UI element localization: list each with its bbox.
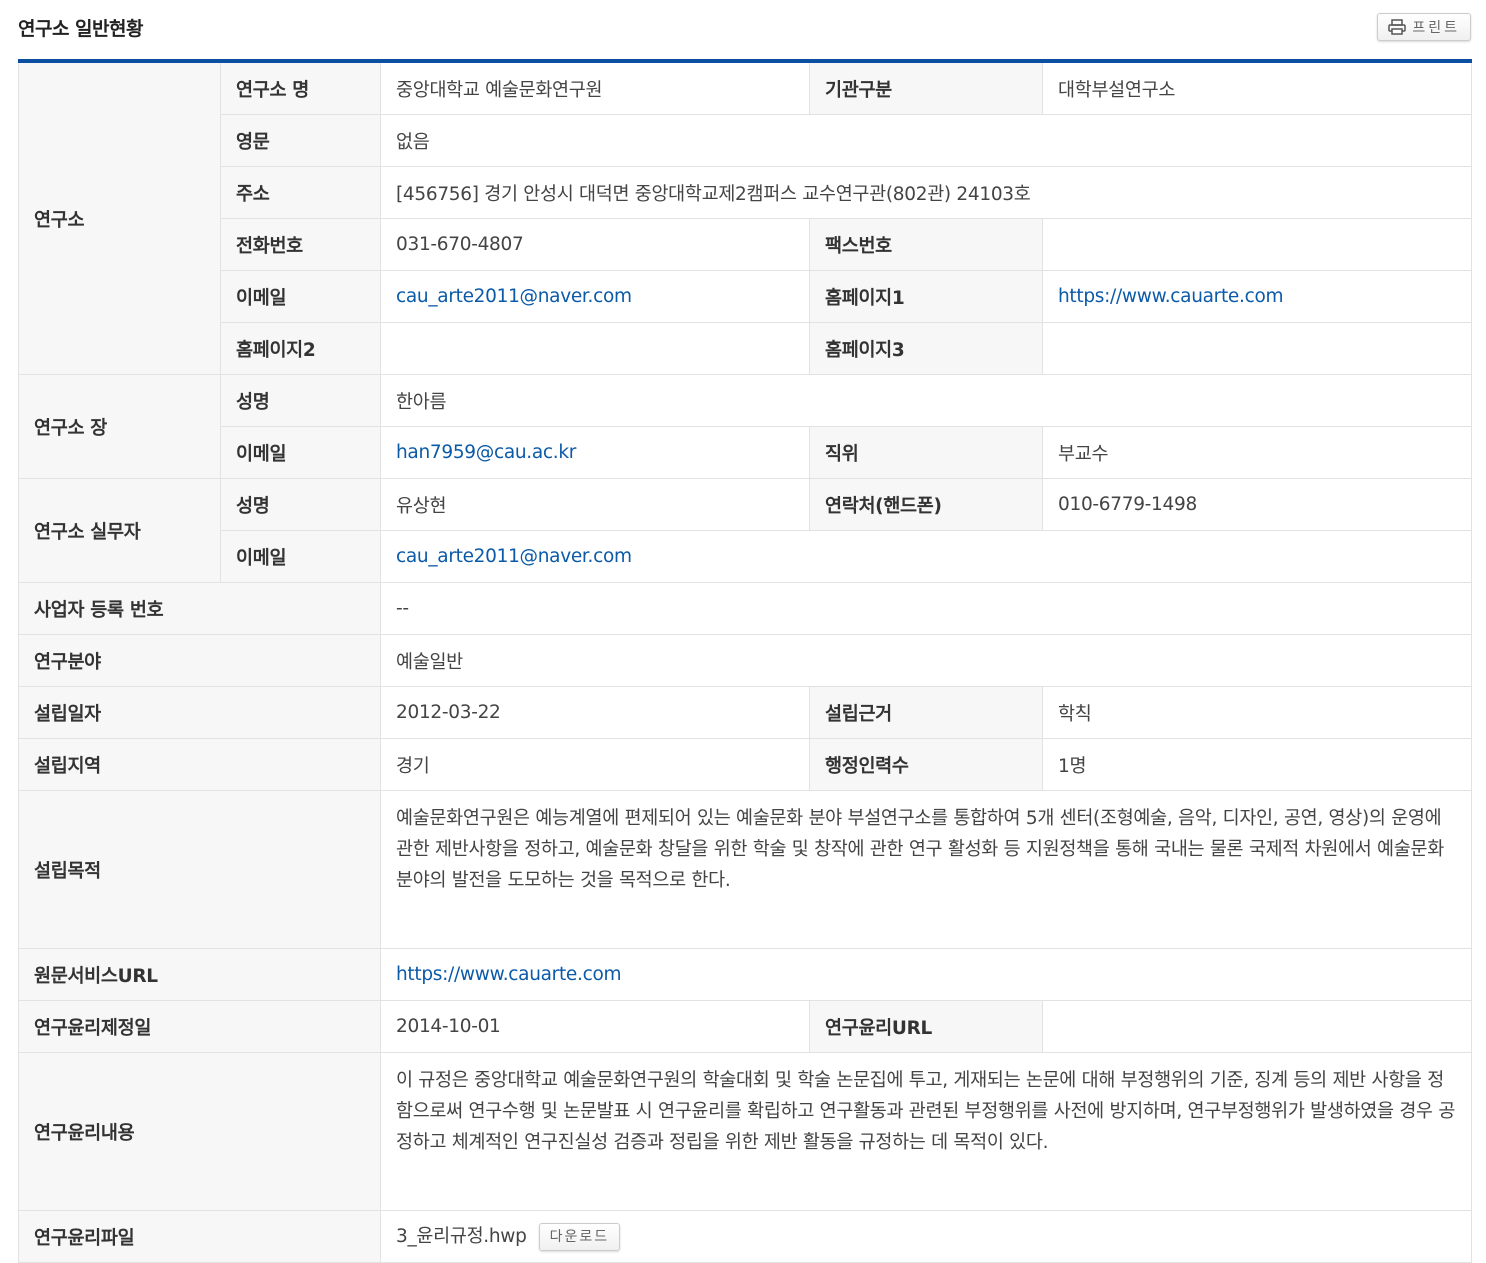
field-label: 연구소 실무자 <box>18 478 221 583</box>
field-label: 연구윤리URL <box>809 1000 1043 1053</box>
field-value: 031-670-4807 <box>380 218 810 271</box>
info-table: 연구소 연구소 명 중앙대학교 예술문화연구원 기관구분 대학부설연구소 영문 없음 주소 [4… <box>18 59 1472 1263</box>
field-value: 010-6779-1498 <box>1042 478 1472 531</box>
table-row: 설립목적 예술문화연구원은 예능계열에 편제되어 있는 예술문화 분야 부설연구소… <box>18 790 1472 949</box>
field-label: 설립일자 <box>18 686 381 739</box>
field-label: 팩스번호 <box>809 218 1043 271</box>
field-label: 이메일 <box>220 270 381 323</box>
field-label: 설립목적 <box>18 790 381 949</box>
table-row: 연구윤리제정일 2014-10-01 연구윤리URL <box>18 1000 1472 1053</box>
file-name: 3_윤리규정.hwp <box>396 1226 527 1247</box>
field-label: 성명 <box>220 374 381 427</box>
field-label: 기관구분 <box>809 60 1043 115</box>
field-value <box>1042 322 1472 375</box>
table-row: 원문서비스URL https://www.cauarte.com <box>18 948 1472 1001</box>
field-value: 학칙 <box>1042 686 1472 739</box>
field-label: 홈페이지3 <box>809 322 1043 375</box>
field-value: 경기 <box>380 738 810 791</box>
field-value: 이 규정은 중앙대학교 예술문화연구원의 학술대회 및 학술 논문집에 투고, … <box>380 1052 1472 1211</box>
field-label: 주소 <box>220 166 381 219</box>
field-label: 연구분야 <box>18 634 381 687</box>
field-label: 연구윤리파일 <box>18 1210 381 1263</box>
table-row: 연구소 연구소 명 중앙대학교 예술문화연구원 기관구분 대학부설연구소 <box>18 60 1472 375</box>
table-row: 이메일 han7959@cau.ac.kr 직위 부교수 <box>19 426 1472 479</box>
table-row: 연구소 실무자 성명 유상현 연락처(핸드폰) 010-6779-1498 <box>18 478 1472 583</box>
field-label: 이메일 <box>220 530 381 583</box>
field-label: 사업자 등록 번호 <box>18 582 381 635</box>
field-label: 전화번호 <box>220 218 381 271</box>
field-link[interactable]: https://www.cauarte.com <box>396 964 622 985</box>
field-label: 행정인력수 <box>809 738 1043 791</box>
field-label: 이메일 <box>220 426 381 479</box>
table-row: 홈페이지2 홈페이지3 <box>19 322 1472 375</box>
table-row: 연구소 장 성명 한아름 <box>18 374 1472 479</box>
table-row: 설립일자 2012-03-22 설립근거 학칙 <box>18 686 1472 739</box>
table-row: 연구분야 예술일반 <box>18 634 1472 687</box>
print-label: 프린트 <box>1412 20 1460 36</box>
field-label: 홈페이지1 <box>809 270 1043 323</box>
field-value: [456756] 경기 안성시 대덕면 중앙대학교제2캠퍼스 교수연구관(802… <box>380 166 1472 219</box>
field-value: 예술일반 <box>380 634 1472 687</box>
field-value <box>1042 1000 1472 1053</box>
table-row: 사업자 등록 번호 -- <box>18 582 1472 635</box>
field-label: 성명 <box>220 478 381 531</box>
field-label: 연락처(핸드폰) <box>809 478 1043 531</box>
field-label: 연구소 명 <box>220 60 381 115</box>
field-link[interactable]: cau_arte2011@naver.com <box>396 286 632 307</box>
field-value <box>380 322 810 375</box>
table-row: 영문 없음 <box>19 114 1472 167</box>
table-row: 연구윤리파일 3_윤리규정.hwp 다운로드 <box>18 1210 1472 1263</box>
field-label: 설립근거 <box>809 686 1043 739</box>
field-label: 홈페이지2 <box>220 322 381 375</box>
field-value: cau_arte2011@naver.com <box>380 530 1472 583</box>
field-value: 한아름 <box>380 374 1472 427</box>
field-value: 없음 <box>380 114 1472 167</box>
table-row: 전화번호 031-670-4807 팩스번호 <box>19 218 1472 271</box>
field-value: 대학부설연구소 <box>1042 60 1472 115</box>
field-label: 연구소 장 <box>18 374 221 479</box>
table-row: 이메일 cau_arte2011@naver.com <box>19 530 1472 583</box>
field-value: 부교수 <box>1042 426 1472 479</box>
field-value: 2014-10-01 <box>380 1000 810 1053</box>
table-row: 주소 [456756] 경기 안성시 대덕면 중앙대학교제2캠퍼스 교수연구관(8… <box>19 166 1472 219</box>
field-value: 1명 <box>1042 738 1472 791</box>
field-value: -- <box>380 582 1472 635</box>
field-label: 연구윤리내용 <box>18 1052 381 1211</box>
field-link[interactable]: cau_arte2011@naver.com <box>396 546 632 567</box>
field-value: 유상현 <box>380 478 810 531</box>
print-button[interactable]: 프린트 <box>1377 13 1471 41</box>
field-label: 연구윤리제정일 <box>18 1000 381 1053</box>
field-value <box>1042 218 1472 271</box>
field-value: https://www.cauarte.com <box>380 948 1472 1001</box>
page-title: 연구소 일반현황 <box>18 18 143 40</box>
field-value: han7959@cau.ac.kr <box>380 426 810 479</box>
field-value: cau_arte2011@naver.com <box>380 270 810 323</box>
field-value: 3_윤리규정.hwp 다운로드 <box>380 1210 1472 1263</box>
field-value: 2012-03-22 <box>380 686 810 739</box>
download-button[interactable]: 다운로드 <box>538 1223 621 1251</box>
field-label: 영문 <box>220 114 381 167</box>
printer-icon <box>1388 19 1407 35</box>
field-label: 연구소 <box>18 60 221 375</box>
field-value: 중앙대학교 예술문화연구원 <box>380 60 810 115</box>
field-label: 설립지역 <box>18 738 381 791</box>
field-link[interactable]: han7959@cau.ac.kr <box>396 442 576 463</box>
field-label: 원문서비스URL <box>18 948 381 1001</box>
table-row: 설립지역 경기 행정인력수 1명 <box>18 738 1472 791</box>
field-link[interactable]: https://www.cauarte.com <box>1058 286 1284 307</box>
field-value: 예술문화연구원은 예능계열에 편제되어 있는 예술문화 분야 부설연구소를 통합… <box>380 790 1472 949</box>
field-label: 직위 <box>809 426 1043 479</box>
table-row: 이메일 cau_arte2011@naver.com 홈페이지1 https://ww… <box>19 270 1472 323</box>
field-value: https://www.cauarte.com <box>1042 270 1472 323</box>
table-row: 연구윤리내용 이 규정은 중앙대학교 예술문화연구원의 학술대회 및 학술 논문집… <box>18 1052 1472 1211</box>
